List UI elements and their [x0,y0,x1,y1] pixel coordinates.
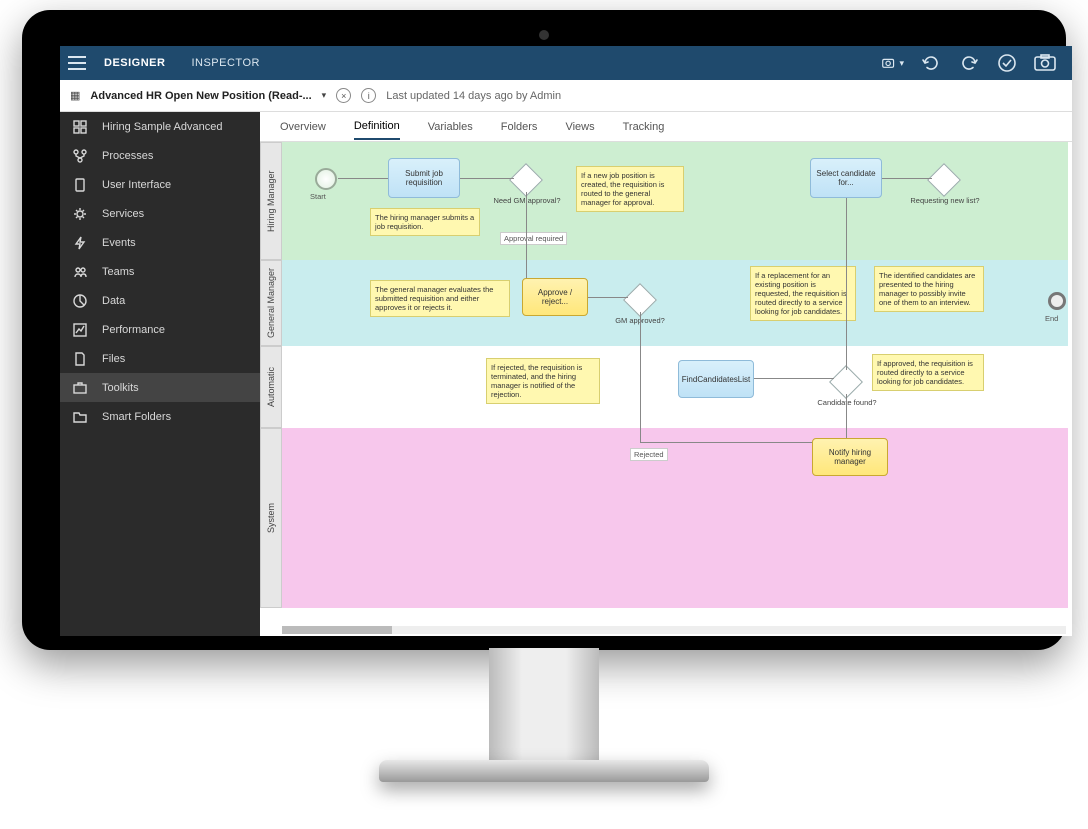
task-notify-hiring-manager[interactable]: Notify hiring manager [812,438,888,476]
bpmn-diagram[interactable]: Hiring Manager General Manager Automatic… [260,142,1072,636]
sidebar-item-performance[interactable]: Performance [60,315,260,344]
tab-overview[interactable]: Overview [280,115,326,139]
process-tabs: Overview Definition Variables Folders Vi… [260,112,1072,142]
flow-label-rejected: Rejected [630,448,668,461]
webcam [539,30,549,40]
task-submit-requisition[interactable]: Submit job requisition [388,158,460,198]
sidebar-label: Toolkits [102,382,139,394]
gw-label-cand-found: Candidate found? [812,398,882,407]
note-approved: If approved, the requisition is routed d… [872,354,984,391]
chart-icon [72,322,88,338]
title-dropdown-icon[interactable]: ▾ [322,90,327,101]
sidebar-item-events[interactable]: Events [60,228,260,257]
tab-designer[interactable]: DESIGNER [104,57,165,69]
flow-icon [72,148,88,164]
lane-label-hiring-manager: Hiring Manager [260,142,282,260]
sidebar-label: Hiring Sample Advanced [102,121,222,133]
tab-tracking[interactable]: Tracking [623,115,665,139]
sidebar-label: Smart Folders [102,411,171,423]
task-approve-reject[interactable]: Approve / reject... [522,278,588,316]
gw-label-gm-approved: GM approved? [605,316,675,325]
tab-definition[interactable]: Definition [354,114,400,140]
tab-inspector[interactable]: INSPECTOR [191,57,259,69]
validate-button[interactable] [996,52,1018,74]
sidebar-label: Files [102,353,125,365]
note-identified: The identified candidates are presented … [874,266,984,312]
sidebar-label: Events [102,237,136,249]
sidebar-item-teams[interactable]: Teams [60,257,260,286]
task-select-candidate[interactable]: Select candidate for... [810,158,882,198]
tab-folders[interactable]: Folders [501,115,538,139]
last-updated: Last updated 14 days ago by Admin [386,90,561,102]
sidebar-item-processes[interactable]: Processes [60,141,260,170]
sidebar-item-files[interactable]: Files [60,344,260,373]
gw-label-req-new: Requesting new list? [910,196,980,205]
close-circle-icon[interactable]: × [336,88,351,103]
horizontal-scrollbar[interactable] [282,626,1066,634]
app-icon: ▦ [70,89,80,102]
flow-label-approval-required: Approval required [500,232,567,245]
tab-variables[interactable]: Variables [428,115,473,139]
sidebar-label: Processes [102,150,153,162]
info-circle-icon[interactable]: i [361,88,376,103]
folder-icon [72,409,88,425]
sidebar-item-smart-folders[interactable]: Smart Folders [60,402,260,431]
bolt-icon [72,235,88,251]
sidebar-label: User Interface [102,179,171,191]
sidebar-label: Services [102,208,144,220]
topbar: DESIGNER INSPECTOR ▾ [60,46,1072,80]
sidebar-item-hiring-sample[interactable]: Hiring Sample Advanced [60,112,260,141]
gw-label-need-gm: Need GM approval? [492,196,562,205]
monitor-base [379,760,709,782]
sidebar-label: Teams [102,266,134,278]
tab-views[interactable]: Views [565,115,594,139]
note-gm-eval: The general manager evaluates the submit… [370,280,510,317]
lane-label-automatic: Automatic [260,346,282,428]
note-submit: The hiring manager submits a job requisi… [370,208,480,236]
sidebar-label: Performance [102,324,165,336]
start-event[interactable] [315,168,337,190]
undo-button[interactable] [920,52,942,74]
grid-icon [72,119,88,135]
sidebar-item-services[interactable]: Services [60,199,260,228]
gear-icon [72,206,88,222]
device-icon [72,177,88,193]
file-icon [72,351,88,367]
note-replacement: If a replacement for an existing positio… [750,266,856,321]
sidebar-item-toolkits[interactable]: Toolkits [60,373,260,402]
start-label: Start [310,192,326,201]
menu-button[interactable] [60,46,94,80]
note-new-job: If a new job position is created, the re… [576,166,684,212]
snapshot-button[interactable] [1034,52,1056,74]
lane-label-general-manager: General Manager [260,260,282,346]
sidebar-item-ui[interactable]: User Interface [60,170,260,199]
process-title[interactable]: Advanced HR Open New Position (Read-... [90,90,311,102]
sidebar-label: Data [102,295,125,307]
lane-label-system: System [260,428,282,608]
camera-dropdown[interactable]: ▾ [882,52,904,74]
task-find-candidates[interactable]: FindCandidatesList [678,360,754,398]
sidebar-item-data[interactable]: Data [60,286,260,315]
end-label: End [1045,314,1058,323]
people-icon [72,264,88,280]
briefcase-icon [72,380,88,396]
sidebar: Hiring Sample Advanced Processes User In… [60,112,260,636]
pie-icon [72,293,88,309]
monitor-stand [489,648,599,768]
note-rejected: If rejected, the requisition is terminat… [486,358,600,404]
subheader: ▦ Advanced HR Open New Position (Read-..… [60,80,1072,112]
end-event[interactable] [1048,292,1066,310]
screen: DESIGNER INSPECTOR ▾ [60,46,1072,636]
redo-button[interactable] [958,52,980,74]
